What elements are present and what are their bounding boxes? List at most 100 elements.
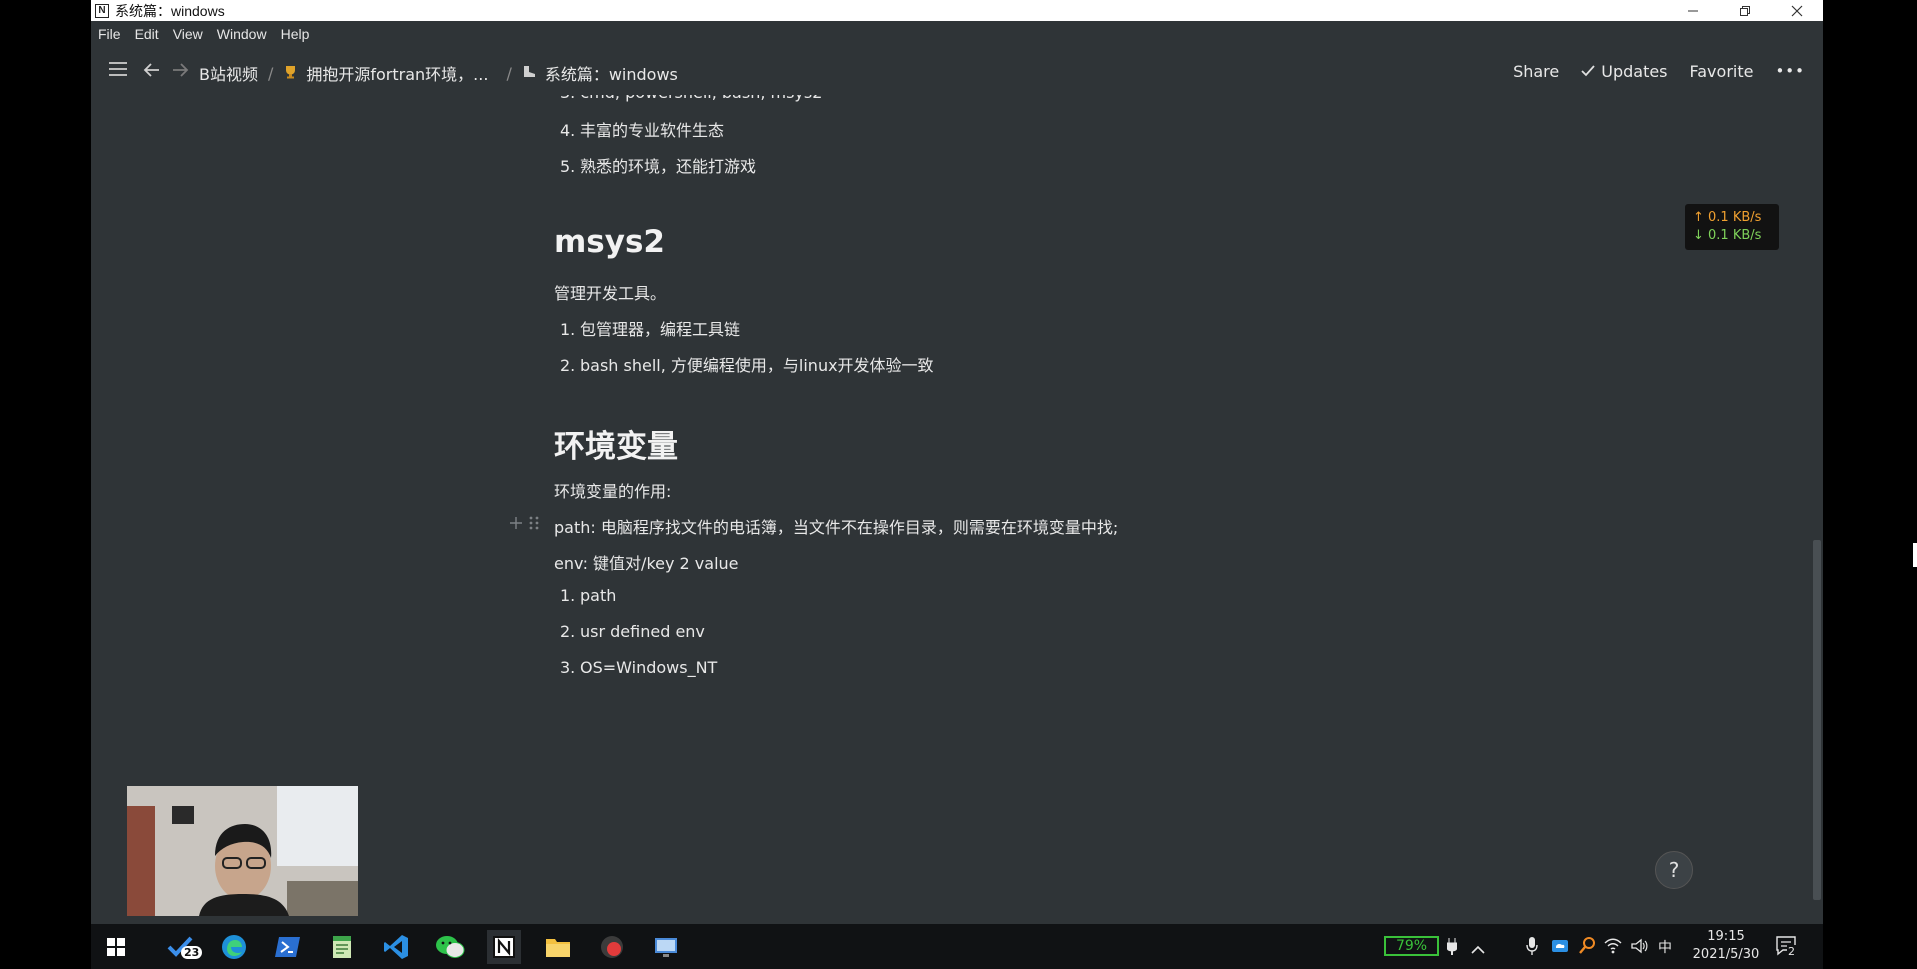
- list-item[interactable]: 5. 熟悉的环境，还能打游戏: [554, 153, 756, 177]
- notion-app-icon: N: [95, 3, 109, 18]
- breadcrumb-item-bilibili[interactable]: B站视频: [199, 61, 258, 85]
- edge-icon: [222, 935, 246, 959]
- notification-count: 2: [1787, 945, 1796, 958]
- tray-expand-icon[interactable]: [1471, 939, 1485, 958]
- breadcrumb-item-windows[interactable]: 系统篇：windows: [545, 61, 678, 85]
- edge-browser-button[interactable]: [217, 930, 251, 964]
- notepad-app-button[interactable]: [325, 930, 359, 964]
- notion-taskbar-button[interactable]: [487, 930, 521, 964]
- close-icon: [1791, 5, 1803, 16]
- list-number: 5.: [560, 157, 576, 176]
- window-controls: [1667, 0, 1823, 21]
- close-button[interactable]: [1771, 0, 1823, 21]
- network-speed-widget: ↑ 0.1 KB/s ↓ 0.1 KB/s: [1685, 204, 1779, 250]
- vscode-button[interactable]: [379, 930, 413, 964]
- menu-edit[interactable]: Edit: [135, 26, 159, 42]
- recorder-button[interactable]: [595, 930, 629, 964]
- clock-date: 2021/5/30: [1692, 947, 1760, 962]
- webcam-overlay: [127, 786, 358, 916]
- list-number: 3.: [560, 658, 576, 677]
- charging-plug-icon: [1446, 937, 1458, 959]
- minimize-icon: [1688, 10, 1698, 11]
- title-bar[interactable]: N 系统篇：windows: [91, 0, 1823, 21]
- breadcrumb-separator: /: [267, 63, 274, 83]
- notification-center-button[interactable]: 2: [1775, 935, 1797, 961]
- menu-bar: File Edit View Window Help: [91, 21, 1823, 47]
- menu-help[interactable]: Help: [281, 26, 310, 42]
- list-item-text: usr defined env: [580, 622, 705, 641]
- check-icon: [1581, 65, 1595, 77]
- forward-arrow-icon[interactable]: [171, 60, 189, 84]
- wechat-button[interactable]: [433, 930, 467, 964]
- trophy-icon: [283, 64, 298, 83]
- restore-icon: [1740, 5, 1750, 16]
- list-item[interactable]: 1. path: [554, 586, 616, 605]
- start-button[interactable]: [99, 930, 133, 964]
- boot-icon: [522, 64, 537, 83]
- remote-desktop-button[interactable]: [649, 930, 683, 964]
- ime-indicator[interactable]: 中: [1658, 924, 1672, 969]
- favorite-button[interactable]: Favorite: [1690, 62, 1754, 81]
- menu-file[interactable]: File: [98, 26, 121, 42]
- powershell-button[interactable]: [271, 930, 305, 964]
- list-item-text: bash shell, 方便编程使用，与linux开发体验一致: [580, 356, 934, 375]
- paragraph[interactable]: env: 键值对/key 2 value: [554, 550, 739, 574]
- clock[interactable]: 19:15 2021/5/30: [1686, 928, 1766, 964]
- record-icon: [601, 936, 623, 958]
- folder-icon: [546, 939, 570, 957]
- topbar-actions: Share Updates Favorite •••: [1513, 47, 1805, 95]
- help-button[interactable]: ?: [1655, 851, 1693, 889]
- list-number: 2.: [560, 622, 576, 641]
- paragraph[interactable]: 管理开发工具。: [554, 280, 666, 304]
- sidebar-toggle-icon[interactable]: [108, 59, 128, 83]
- wifi-icon[interactable]: [1604, 938, 1622, 958]
- list-item[interactable]: 3. OS=Windows_NT: [554, 658, 717, 677]
- drag-handle-icon[interactable]: [529, 515, 539, 535]
- paragraph[interactable]: path: 电脑程序找文件的电话簿，当文件不在操作目录，则需要在环境变量中找;: [554, 514, 1118, 538]
- file-explorer-button[interactable]: [541, 930, 575, 964]
- restore-button[interactable]: [1719, 0, 1771, 21]
- breadcrumb: B站视频 / 拥抱开源fortran环境，... / 系统篇：windows: [199, 61, 678, 85]
- search-tool-icon[interactable]: [1579, 937, 1595, 959]
- updates-button[interactable]: Updates: [1581, 62, 1668, 81]
- volume-icon[interactable]: [1631, 938, 1649, 958]
- share-button[interactable]: Share: [1513, 62, 1559, 81]
- breadcrumb-item-fortran[interactable]: 拥抱开源fortran环境，...: [306, 61, 488, 85]
- list-number: 4.: [560, 121, 576, 140]
- paragraph[interactable]: 环境变量的作用:: [554, 478, 671, 502]
- list-item-text: 包管理器，编程工具链: [580, 320, 741, 339]
- minimize-button[interactable]: [1667, 0, 1719, 21]
- back-arrow-icon[interactable]: [143, 60, 161, 84]
- list-item[interactable]: 4. 丰富的专业软件生态: [554, 117, 724, 141]
- list-number: 1.: [560, 586, 576, 605]
- microphone-icon[interactable]: [1526, 936, 1538, 960]
- todo-app-button[interactable]: 23: [163, 930, 203, 964]
- list-item-text: 丰富的专业软件生态: [580, 121, 725, 140]
- clock-time: 19:15: [1707, 929, 1745, 944]
- webcam-image: [127, 786, 358, 916]
- windows-icon: [107, 938, 125, 956]
- notepad-icon: [333, 936, 351, 958]
- menu-view[interactable]: View: [173, 26, 203, 42]
- screen: N 系统篇：windows File Edit View Window Help: [0, 0, 1917, 969]
- remote-desktop-icon: [655, 938, 677, 957]
- battery-indicator[interactable]: 79%: [1384, 936, 1439, 956]
- menu-window[interactable]: Window: [217, 26, 267, 42]
- vscode-icon: [384, 935, 408, 959]
- heading-env[interactable]: 环境变量: [554, 421, 678, 466]
- list-item-text: 熟悉的环境，还能打游戏: [580, 157, 757, 176]
- list-item[interactable]: 2. bash shell, 方便编程使用，与linux开发体验一致: [554, 352, 934, 376]
- list-item[interactable]: 1. 包管理器，编程工具链: [554, 316, 740, 340]
- add-block-icon[interactable]: [508, 515, 524, 535]
- cloud-sync-icon[interactable]: [1551, 938, 1569, 958]
- list-item[interactable]: 2. usr defined env: [554, 622, 705, 641]
- top-bar: B站视频 / 拥抱开源fortran环境，... / 系统篇：windows S…: [91, 47, 1823, 95]
- more-options-button[interactable]: •••: [1775, 62, 1805, 80]
- taskbar: 23 79% 中 19:15 2021/5/30 2: [91, 924, 1823, 969]
- wechat-icon: [436, 936, 465, 958]
- heading-msys2[interactable]: msys2: [554, 224, 665, 260]
- window-title: 系统篇：windows: [115, 2, 225, 19]
- upload-speed: ↑ 0.1 KB/s: [1693, 210, 1762, 225]
- scrollbar[interactable]: [1813, 540, 1821, 900]
- list-number: 1.: [560, 320, 576, 339]
